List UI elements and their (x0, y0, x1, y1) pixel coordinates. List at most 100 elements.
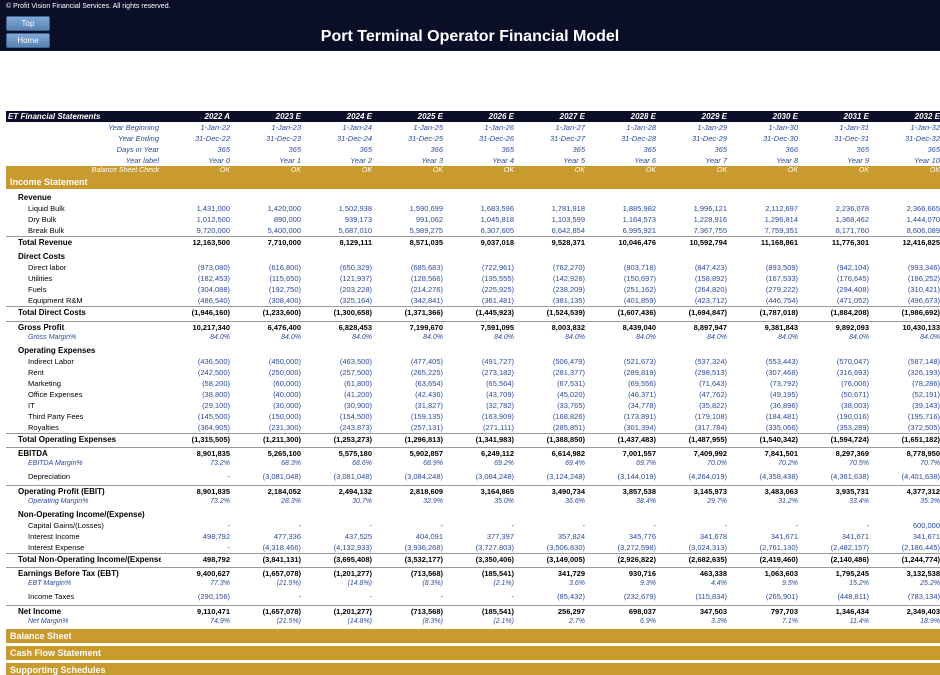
year-column: 2028 E (587, 111, 658, 122)
value-cell: (14.8%) (303, 579, 374, 588)
value-cell: (1,253,273) (303, 433, 374, 445)
value-cell: (587,148) (871, 356, 940, 367)
page-title: Port Terminal Operator Financial Model (0, 28, 940, 46)
assumption-label: Year label (6, 155, 161, 166)
value-cell: (316,693) (800, 367, 871, 378)
value-cell: 5,265,100 (232, 448, 303, 460)
value-cell: 5,687,010 (303, 225, 374, 237)
value-cell: 3,483,063 (729, 485, 800, 497)
value-cell: (158,892) (658, 273, 729, 284)
value-cell: (1,651,182) (871, 433, 940, 445)
value-cell: (1,296,813) (374, 433, 445, 445)
value-cell: (8.3%) (374, 617, 445, 626)
assumption-value: 31-Dec-32 (871, 133, 940, 144)
value-cell: 69.7% (587, 459, 658, 468)
value-cell: (537,324) (658, 356, 729, 367)
value-cell: 6,614,982 (516, 448, 587, 460)
value-cell: (2,682,635) (658, 553, 729, 565)
value-cell: (168,826) (516, 411, 587, 422)
subsection-header: Operating Expenses (6, 345, 940, 356)
value-cell: (35,822) (658, 400, 729, 411)
value-cell: 341,729 (516, 568, 587, 580)
value-cell: (650,329) (303, 262, 374, 273)
assumption-value: Year 1 (232, 155, 303, 166)
value-cell: (3,124,248) (516, 471, 587, 482)
value-cell: (4,401,638) (871, 471, 940, 482)
value-cell: (190,016) (800, 411, 871, 422)
value-cell: (3,081,048) (303, 471, 374, 482)
row-label: Gross Profit (6, 321, 161, 333)
balance-check-ok: OK (658, 166, 729, 175)
value-cell: 345,776 (587, 531, 658, 542)
value-cell: (145,500) (161, 411, 232, 422)
value-cell: (1,315,505) (161, 433, 232, 445)
assumption-value: Year 10 (871, 155, 940, 166)
assumption-value: 1-Jan-26 (445, 122, 516, 133)
section-supporting[interactable]: Supporting Schedules (6, 663, 940, 675)
value-cell: - (161, 542, 232, 554)
value-cell: 1,296,814 (729, 214, 800, 225)
value-cell: 2,494,132 (303, 485, 374, 497)
value-cell: 10,046,476 (587, 237, 658, 249)
subsection-header: Revenue (6, 192, 940, 203)
value-cell: 7,409,992 (658, 448, 729, 460)
value-cell: (21.5%) (232, 617, 303, 626)
value-cell: - (374, 591, 445, 602)
value-cell: (1,244,774) (871, 553, 940, 565)
value-cell: (2,926,822) (587, 553, 658, 565)
balance-check-ok: OK (587, 166, 658, 175)
value-cell: 8,171,760 (800, 225, 871, 237)
value-cell: 797,703 (729, 605, 800, 617)
row-label: Total Operating Expenses (6, 433, 161, 445)
value-cell: (273,182) (445, 367, 516, 378)
row-label: Capital Gains/(Losses) (6, 520, 161, 531)
value-cell: 7,591,095 (445, 321, 516, 333)
value-cell: 8,003,832 (516, 321, 587, 333)
value-cell: (1,540,342) (729, 433, 800, 445)
value-cell: (342,841) (374, 295, 445, 307)
value-cell: 2.7% (516, 617, 587, 626)
assumption-value: 31-Dec-25 (374, 133, 445, 144)
value-cell: 347,503 (658, 605, 729, 617)
value-cell: 6,995,921 (587, 225, 658, 237)
value-cell: (2,761,130) (729, 542, 800, 554)
value-cell: (713,568) (374, 605, 445, 617)
value-cell: 70.5% (800, 459, 871, 468)
value-cell: - (303, 520, 374, 531)
value-cell: 600,000 (871, 520, 940, 531)
assumption-value: 1-Jan-22 (161, 122, 232, 133)
value-cell: (3,532,177) (374, 553, 445, 565)
row-label: Total Non-Operating Income/(Expense) (6, 553, 161, 565)
value-cell: 77.3% (161, 579, 232, 588)
value-cell: (1,300,658) (303, 307, 374, 319)
row-label: Operating Margin% (6, 497, 161, 506)
value-cell: (31,827) (374, 400, 445, 411)
value-cell: 1,346,434 (800, 605, 871, 617)
value-cell: 8,297,369 (800, 448, 871, 460)
value-cell: (1,437,483) (587, 433, 658, 445)
assumption-value: 31-Dec-22 (161, 133, 232, 144)
row-label: Royalties (6, 422, 161, 434)
row-label: Gross Margin% (6, 333, 161, 342)
section-cashflow[interactable]: Cash Flow Statement (6, 646, 940, 660)
value-cell: (307,468) (729, 367, 800, 378)
value-cell: (214,276) (374, 284, 445, 295)
value-cell: (1,657,078) (232, 568, 303, 580)
value-cell: (463,500) (303, 356, 374, 367)
section-balance[interactable]: Balance Sheet (6, 629, 940, 643)
value-cell: (486,540) (161, 295, 232, 307)
assumption-value: 31-Dec-28 (587, 133, 658, 144)
assumption-value: 1-Jan-28 (587, 122, 658, 133)
year-column: 2024 E (303, 111, 374, 122)
value-cell: (163,909) (445, 411, 516, 422)
value-cell: (401,859) (587, 295, 658, 307)
value-cell: (43,709) (445, 389, 516, 400)
value-cell: (38,800) (161, 389, 232, 400)
assumption-value: 365 (516, 144, 587, 155)
value-cell: 1,063,603 (729, 568, 800, 580)
value-cell: (423,712) (658, 295, 729, 307)
value-cell: 939,173 (303, 214, 374, 225)
year-column: 2031 E (800, 111, 871, 122)
value-cell: (192,750) (232, 284, 303, 295)
value-cell: 70.7% (871, 459, 940, 468)
